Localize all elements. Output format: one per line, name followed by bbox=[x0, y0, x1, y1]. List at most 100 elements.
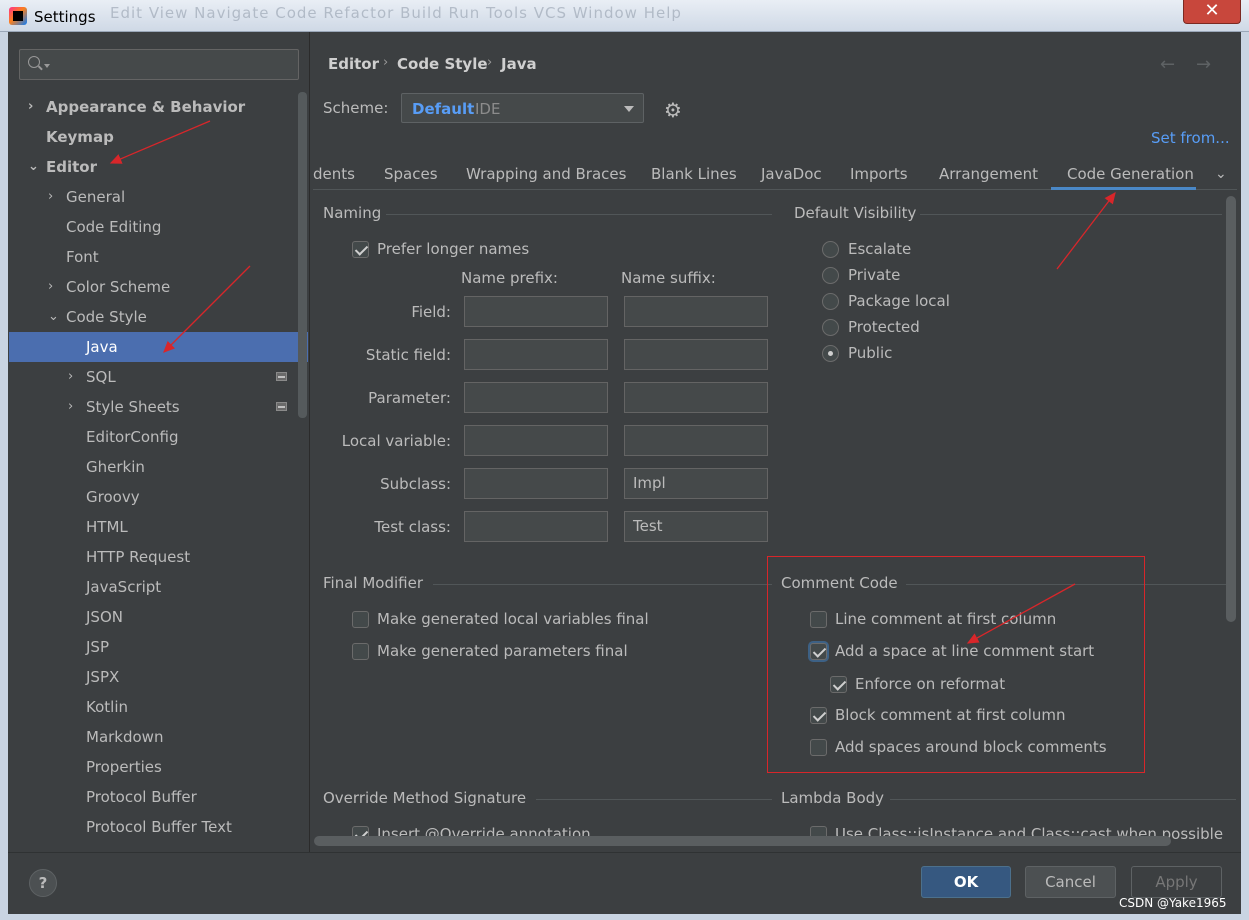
tab-javadoc[interactable]: JavaDoc bbox=[761, 165, 822, 189]
name-prefix-input[interactable] bbox=[464, 339, 608, 370]
chevron-down-icon bbox=[44, 64, 50, 68]
sidebar-item-jspx[interactable]: JSPX bbox=[0, 662, 300, 692]
ok-button[interactable]: OK bbox=[921, 866, 1011, 898]
sidebar-item-label: JSP bbox=[86, 638, 109, 656]
back-arrow-icon[interactable]: ← bbox=[1160, 54, 1175, 75]
sidebar-item-kotlin[interactable]: Kotlin bbox=[0, 692, 300, 722]
override-method-section-title: Override Method Signature bbox=[323, 789, 527, 807]
scheme-select[interactable]: Default IDE bbox=[401, 93, 644, 123]
tab-wrapping-and-braces[interactable]: Wrapping and Braces bbox=[466, 165, 626, 189]
window-close-button[interactable]: ✕ bbox=[1183, 0, 1241, 24]
sidebar-item-editorconfig[interactable]: EditorConfig bbox=[0, 422, 300, 452]
tab-indents[interactable]: dents bbox=[313, 165, 355, 189]
settings-search-input[interactable] bbox=[19, 49, 299, 80]
visibility-radio-protected[interactable] bbox=[822, 319, 839, 336]
name-suffix-input[interactable] bbox=[624, 425, 768, 456]
scheme-name: Default bbox=[412, 100, 475, 118]
name-prefix-input[interactable] bbox=[464, 296, 608, 327]
naming-row-label: Field: bbox=[411, 303, 451, 321]
sidebar-item-groovy[interactable]: Groovy bbox=[0, 482, 300, 512]
visibility-radio-package-local[interactable] bbox=[822, 293, 839, 310]
sidebar-item-keymap[interactable]: Keymap bbox=[0, 122, 300, 152]
visibility-radio-public[interactable] bbox=[822, 345, 839, 362]
sidebar-item-sql[interactable]: › SQL bbox=[0, 362, 300, 392]
apply-button[interactable]: Apply bbox=[1131, 866, 1222, 898]
name-suffix-input[interactable]: Impl bbox=[624, 468, 768, 499]
sidebar-item-label: Protocol Buffer bbox=[86, 788, 197, 806]
tab-spaces[interactable]: Spaces bbox=[384, 165, 438, 189]
sidebar-item-label: SQL bbox=[86, 368, 116, 386]
sidebar-item-javascript[interactable]: JavaScript bbox=[0, 572, 300, 602]
sidebar-item-html[interactable]: HTML bbox=[0, 512, 300, 542]
name-suffix-input[interactable] bbox=[624, 296, 768, 327]
name-suffix-input[interactable] bbox=[624, 382, 768, 413]
section-divider bbox=[920, 214, 1222, 215]
name-suffix-input[interactable]: Test bbox=[624, 511, 768, 542]
name-suffix-input[interactable] bbox=[624, 339, 768, 370]
sidebar-item-appearance-behavior[interactable]: › Appearance & Behavior bbox=[0, 92, 300, 122]
watermark-text: CSDN @Yake1965 bbox=[1119, 896, 1227, 910]
section-divider bbox=[386, 214, 772, 215]
scheme-label: Scheme: bbox=[323, 99, 389, 117]
scheme-kind: IDE bbox=[475, 100, 501, 118]
sidebar-item-gherkin[interactable]: Gherkin bbox=[0, 452, 300, 482]
sidebar-item-http-request[interactable]: HTTP Request bbox=[0, 542, 300, 572]
sidebar-item-label: Markdown bbox=[86, 728, 164, 746]
tab-imports[interactable]: Imports bbox=[850, 165, 908, 189]
content-horizontal-scrollbar[interactable] bbox=[314, 836, 1171, 846]
name-prefix-input[interactable] bbox=[464, 468, 608, 499]
final-local-variables-checkbox[interactable] bbox=[352, 611, 369, 628]
name-prefix-input[interactable] bbox=[464, 425, 608, 456]
project-scheme-icon bbox=[276, 402, 287, 411]
sidebar-item-json[interactable]: JSON bbox=[0, 602, 300, 632]
sidebar-item-jsp[interactable]: JSP bbox=[0, 632, 300, 662]
help-button[interactable]: ? bbox=[29, 869, 57, 897]
tab-blank-lines[interactable]: Blank Lines bbox=[651, 165, 737, 189]
sidebar-item-label: Protocol Buffer Text bbox=[86, 818, 232, 836]
chevron-right-icon[interactable]: › bbox=[48, 272, 53, 302]
sidebar-item-label: JSPX bbox=[86, 668, 120, 686]
chevron-right-icon[interactable]: › bbox=[48, 182, 53, 212]
name-prefix-input[interactable] bbox=[464, 382, 608, 413]
visibility-radio-escalate[interactable] bbox=[822, 241, 839, 258]
visibility-radio-label: Package local bbox=[848, 292, 950, 310]
default-visibility-section-title: Default Visibility bbox=[794, 204, 917, 222]
sidebar-item-code-editing[interactable]: Code Editing bbox=[0, 212, 300, 242]
content-vertical-scrollbar[interactable] bbox=[1226, 196, 1236, 622]
tabs-overflow-chevron-icon[interactable]: ⌄ bbox=[1215, 166, 1227, 182]
visibility-radio-private[interactable] bbox=[822, 267, 839, 284]
tab-arrangement[interactable]: Arrangement bbox=[939, 165, 1038, 189]
chevron-right-icon[interactable]: › bbox=[68, 362, 73, 392]
chevron-right-icon[interactable]: › bbox=[68, 392, 73, 422]
tab-code-generation[interactable]: Code Generation bbox=[1067, 165, 1194, 189]
sidebar-item-properties[interactable]: Properties bbox=[0, 752, 300, 782]
name-prefix-input[interactable] bbox=[464, 511, 608, 542]
chevron-right-icon[interactable]: › bbox=[28, 92, 33, 122]
forward-arrow-icon[interactable]: → bbox=[1196, 54, 1211, 75]
sidebar-item-color-scheme[interactable]: › Color Scheme bbox=[0, 272, 300, 302]
breadcrumb-code-style: Code Style bbox=[397, 55, 488, 73]
sidebar-item-java[interactable]: Java bbox=[9, 332, 308, 362]
final-parameters-checkbox[interactable] bbox=[352, 643, 369, 660]
sidebar-item-editor[interactable]: ⌄ Editor bbox=[0, 152, 300, 182]
sidebar-item-style-sheets[interactable]: › Style Sheets bbox=[0, 392, 300, 422]
set-from-link[interactable]: Set from... bbox=[1151, 129, 1230, 147]
sidebar-item-label: Appearance & Behavior bbox=[46, 98, 246, 116]
sidebar-item-protocol-buffer-text[interactable]: Protocol Buffer Text bbox=[0, 812, 300, 842]
annotation-highlight-box bbox=[767, 556, 1145, 773]
sidebar-scrollbar[interactable] bbox=[298, 92, 307, 418]
cancel-button[interactable]: Cancel bbox=[1025, 866, 1116, 898]
chevron-down-icon[interactable]: ⌄ bbox=[48, 302, 59, 332]
chevron-down-icon[interactable]: ⌄ bbox=[28, 152, 39, 182]
sidebar-item-label: Font bbox=[66, 248, 99, 266]
sidebar-item-markdown[interactable]: Markdown bbox=[0, 722, 300, 752]
visibility-radio-label: Private bbox=[848, 266, 901, 284]
gear-icon[interactable]: ⚙ bbox=[664, 98, 682, 122]
sidebar-item-general[interactable]: › General bbox=[0, 182, 300, 212]
sidebar-item-label: Groovy bbox=[86, 488, 140, 506]
sidebar-item-code-style[interactable]: ⌄ Code Style bbox=[0, 302, 300, 332]
sidebar-item-protocol-buffer[interactable]: Protocol Buffer bbox=[0, 782, 300, 812]
sidebar-item-font[interactable]: Font bbox=[0, 242, 300, 272]
background-menu-ghost: Edit View Navigate Code Refactor Build R… bbox=[110, 4, 682, 22]
prefer-longer-names-checkbox[interactable] bbox=[352, 241, 369, 258]
